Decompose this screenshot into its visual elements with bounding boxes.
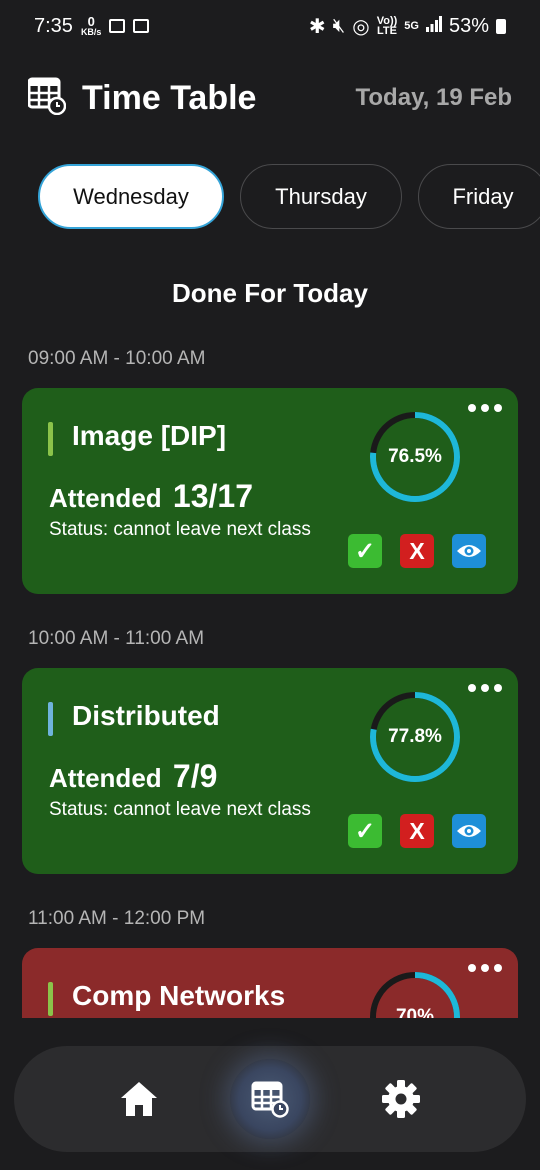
today-date: Today, 19 Feb [355, 84, 512, 111]
attendance-percent: 77.8% [388, 726, 442, 747]
attendance-actions: ✓ X [348, 534, 486, 568]
view-details-button[interactable] [452, 814, 486, 848]
app-header: Time Table Today, 19 Feb [27, 72, 512, 124]
attendance-percent: 76.5% [388, 446, 442, 467]
card-accent-bar [48, 982, 53, 1016]
bottom-nav [14, 1046, 526, 1152]
section-title: Done For Today [172, 278, 368, 308]
time-slot-label: 10:00 AM - 11:00 AM [28, 628, 205, 649]
attendance-count: Attended 13/17 [49, 478, 253, 514]
attendance-actions: ✓ X [348, 814, 486, 848]
page-title: Time Table [82, 78, 257, 117]
eye-icon [457, 825, 481, 837]
home-icon [121, 1082, 158, 1116]
mark-present-button[interactable]: ✓ [348, 814, 382, 848]
mute-icon: 🔇︎ [332, 14, 346, 37]
status-text: Status: cannot leave next class [49, 799, 311, 820]
tab-friday[interactable]: Friday [418, 164, 540, 229]
class-card[interactable]: Image [DIP] Attended 13/17 Status: canno… [22, 388, 518, 594]
time-slot-label: 09:00 AM - 10:00 AM [28, 348, 206, 369]
net-speed: 0 KB/s [80, 13, 102, 37]
attendance-percent: 70% [395, 1006, 435, 1018]
attendance-ring: 77.8% [368, 690, 462, 784]
status-text: Status: cannot leave next class [49, 519, 311, 540]
class-card[interactable]: Distributed Attended 7/9 Status: cannot … [22, 668, 518, 874]
battery-percent: 53% [448, 14, 489, 37]
card-accent-bar [48, 422, 53, 456]
view-details-button[interactable] [452, 534, 486, 568]
nav-settings-button[interactable] [361, 1059, 441, 1139]
class-card[interactable]: Comp Networks 70% [22, 948, 518, 1018]
tab-thursday[interactable]: Thursday [240, 164, 402, 229]
subject-name: Distributed [72, 700, 220, 731]
tab-wednesday[interactable]: Wednesday [38, 164, 224, 229]
app-notification-icon [133, 19, 150, 33]
settings-icon [381, 1080, 420, 1118]
time-slot-label: 11:00 AM - 12:00 PM [28, 908, 206, 929]
mark-absent-button[interactable]: X [400, 534, 434, 568]
hotspot-icon: ◎ [352, 15, 370, 38]
subject-name: Comp Networks [72, 980, 286, 1011]
nav-timetable-button[interactable] [229, 1059, 310, 1139]
signal-icon [425, 15, 442, 38]
more-options-icon[interactable] [468, 958, 502, 978]
attendance-ring: 76.5% [368, 410, 462, 504]
eye-icon [457, 545, 481, 557]
mark-present-button[interactable]: ✓ [348, 534, 382, 568]
mark-absent-button[interactable]: X [400, 814, 434, 848]
card-accent-bar [48, 702, 53, 736]
attendance-ring: 70% [368, 970, 462, 1018]
more-options-icon[interactable] [468, 678, 502, 698]
more-options-icon[interactable] [468, 398, 502, 418]
subject-name: Image [DIP] [72, 420, 227, 451]
volte-icon: Vo)) LTE [376, 15, 398, 37]
network-type-icon: 5G [404, 20, 419, 32]
status-bar: 7:35 0 KB/s ✱ 🔇︎ ◎ Vo)) LTE 5G 53% [0, 0, 540, 52]
attendance-count: Attended 7/9 [49, 758, 218, 794]
battery-icon [496, 18, 506, 34]
timetable-icon [251, 1081, 289, 1118]
clock: 7:35 [34, 14, 73, 37]
day-tabs: Wednesday Thursday Friday [38, 164, 540, 229]
gallery-notification-icon [109, 19, 126, 33]
bluetooth-icon: ✱ [308, 15, 326, 38]
schedule-list[interactable]: 09:00 AM - 10:00 AM Image [DIP] Attended… [0, 336, 540, 1018]
nav-home-button[interactable] [99, 1059, 179, 1139]
timetable-logo-icon [27, 77, 67, 120]
